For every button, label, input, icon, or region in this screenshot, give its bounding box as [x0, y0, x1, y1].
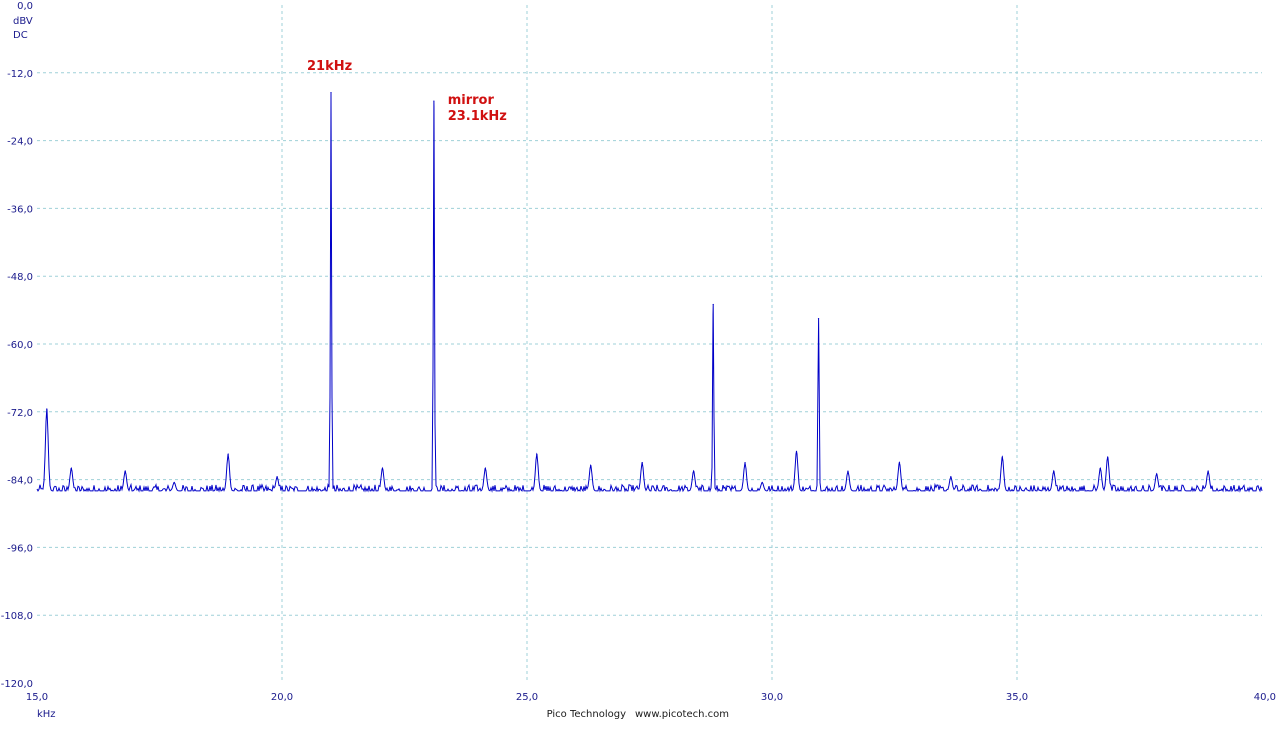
- peak-point: [276, 476, 278, 478]
- y-tick-label: 0,0: [17, 1, 33, 12]
- peak-point: [761, 481, 763, 484]
- x-tick-label: 35,0: [1006, 692, 1028, 703]
- peak-point: [712, 303, 714, 306]
- peak-point: [898, 462, 901, 464]
- peak-point: [641, 462, 643, 464]
- peak-point: [847, 470, 849, 472]
- x-unit-label: kHz: [37, 709, 56, 720]
- coupling-label: DC: [13, 30, 28, 41]
- x-tick-label: 40,0: [1254, 692, 1276, 703]
- spectrum-chart: 0,0 -12,0 -24,0 -36,0 -48,0 -60,0 -72,0 -84,0 -9…: [1, 1, 1276, 720]
- peak-point: [1156, 473, 1158, 475]
- x-axis-ticks: 15,0 20,0 25,0 30,0 35,0 40,0: [26, 692, 1276, 703]
- y-unit-label: dBV: [13, 16, 33, 27]
- peak-point: [484, 467, 486, 469]
- x-tick-label: 15,0: [26, 692, 48, 703]
- x-tick-label: 25,0: [516, 692, 538, 703]
- vendor-label: Pico Technology: [547, 709, 626, 720]
- peak-point: [795, 450, 798, 452]
- peak-point: [46, 408, 48, 410]
- peak-annotation: mirror: [448, 93, 495, 108]
- y-tick-label: -24,0: [7, 137, 33, 148]
- peak-annotation: 23.1kHz: [448, 109, 507, 124]
- peak-point: [433, 100, 435, 102]
- annotations: 21kHz mirror23.1kHz: [307, 59, 507, 124]
- y-tick-label: -120,0: [1, 679, 33, 690]
- peak-annotation: 21kHz: [307, 59, 352, 74]
- vendor-url: www.picotech.com: [635, 709, 729, 720]
- y-tick-label: -84,0: [7, 476, 33, 487]
- peak-point: [1053, 470, 1055, 472]
- peak-point: [1001, 456, 1003, 458]
- peak-point: [590, 464, 592, 467]
- grid: [37, 5, 1262, 683]
- y-tick-label: -60,0: [7, 340, 33, 351]
- x-tick-label: 30,0: [761, 692, 783, 703]
- peak-point: [536, 453, 538, 455]
- spectrum-trace: [36, 92, 1263, 493]
- y-tick-label: -48,0: [7, 272, 33, 283]
- peak-point: [381, 467, 384, 469]
- x-tick-label: 20,0: [271, 692, 293, 703]
- peak-markers: [46, 91, 1209, 484]
- peak-point: [227, 453, 229, 455]
- peak-point: [124, 470, 126, 472]
- y-tick-label: -12,0: [7, 69, 33, 80]
- peak-point: [173, 481, 175, 484]
- peak-point: [70, 467, 72, 469]
- y-tick-label: -72,0: [7, 408, 33, 419]
- peak-point: [693, 470, 695, 472]
- peak-point: [1099, 467, 1101, 469]
- peak-point: [744, 462, 746, 464]
- peak-point: [1207, 470, 1209, 472]
- y-tick-label: -36,0: [7, 204, 33, 215]
- peak-point: [817, 317, 820, 320]
- peak-point: [950, 476, 952, 478]
- y-axis-ticks: 0,0 -12,0 -24,0 -36,0 -48,0 -60,0 -72,0 -84,0 -9…: [1, 1, 33, 690]
- peak-point: [1107, 456, 1109, 458]
- y-tick-label: -96,0: [7, 543, 33, 554]
- peak-point: [330, 91, 332, 94]
- y-tick-label: -108,0: [1, 611, 33, 622]
